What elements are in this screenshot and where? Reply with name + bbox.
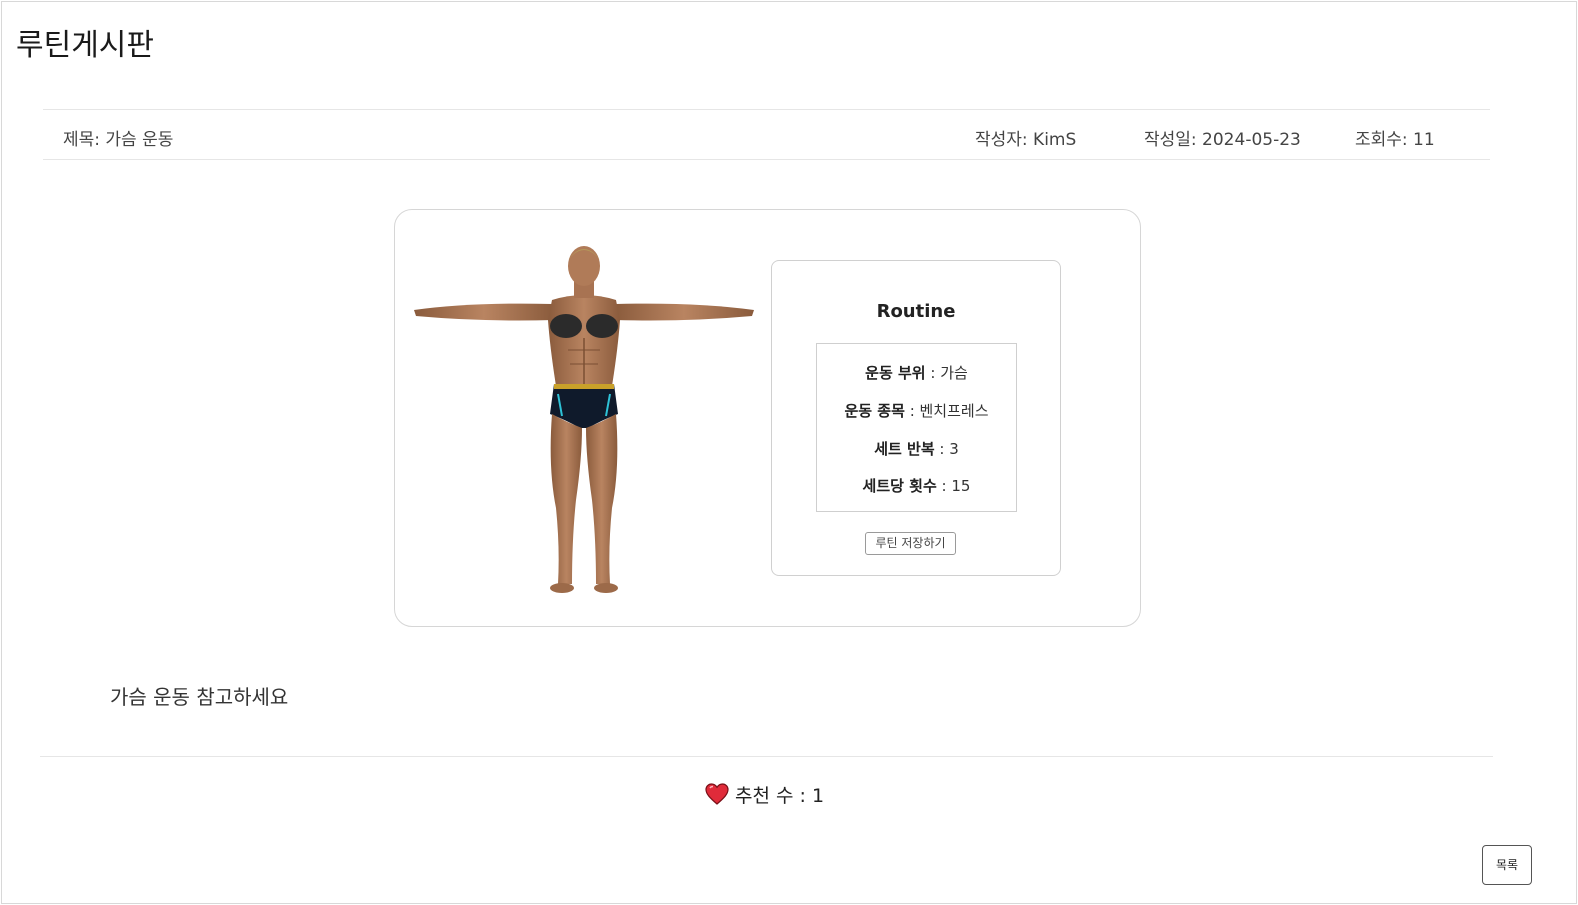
routine-item-label: 운동 부위: [865, 364, 926, 382]
post-date: 작성일: 2024-05-23: [1144, 130, 1301, 150]
list-button[interactable]: 목록: [1482, 845, 1532, 885]
routine-card: Routine 운동 부위 : 가슴 운동 종목 : 벤치프레스 세트 반복 :…: [394, 209, 1141, 627]
routine-item-reps: 세트당 횟수 : 15: [817, 475, 1016, 496]
routine-item-value: : 벤치프레스: [904, 402, 989, 420]
routine-item-label: 세트 반복: [874, 440, 935, 458]
routine-item-sets: 세트 반복 : 3: [817, 438, 1016, 459]
routine-item-value: : 3: [934, 440, 959, 458]
content-divider: [40, 756, 1493, 757]
chest-highlight-right: [586, 314, 618, 338]
post-content: 가슴 운동 참고하세요: [110, 685, 289, 709]
body-figure-image: [414, 246, 754, 593]
heart-icon: [705, 783, 729, 805]
routine-detail-box: 운동 부위 : 가슴 운동 종목 : 벤치프레스 세트 반복 : 3 세트당 횟…: [816, 343, 1017, 512]
recommend-count: 추천 수 : 1: [735, 784, 825, 807]
routine-item-label: 운동 종목: [844, 402, 905, 420]
routine-item-value: : 15: [936, 477, 971, 495]
routine-item-exercise: 운동 종목 : 벤치프레스: [817, 400, 1016, 421]
routine-item-body-part: 운동 부위 : 가슴: [817, 362, 1016, 383]
board-title: 루틴게시판: [16, 28, 154, 63]
routine-item-label: 세트당 횟수: [862, 477, 937, 495]
post-title: 제목: 가슴 운동: [63, 130, 174, 150]
post-meta-bar: 제목: 가슴 운동 작성자: KimS 작성일: 2024-05-23 조회수:…: [43, 109, 1490, 160]
routine-heading: Routine: [876, 301, 956, 322]
post-views: 조회수: 11: [1355, 130, 1435, 150]
chest-highlight-left: [550, 314, 582, 338]
recommend-button[interactable]: 추천 수 : 1: [705, 780, 824, 808]
save-routine-button[interactable]: 루틴 저장하기: [865, 532, 956, 555]
post-author: 작성자: KimS: [975, 130, 1077, 150]
routine-panel: Routine 운동 부위 : 가슴 운동 종목 : 벤치프레스 세트 반복 :…: [771, 260, 1061, 576]
routine-item-value: : 가슴: [925, 364, 968, 382]
